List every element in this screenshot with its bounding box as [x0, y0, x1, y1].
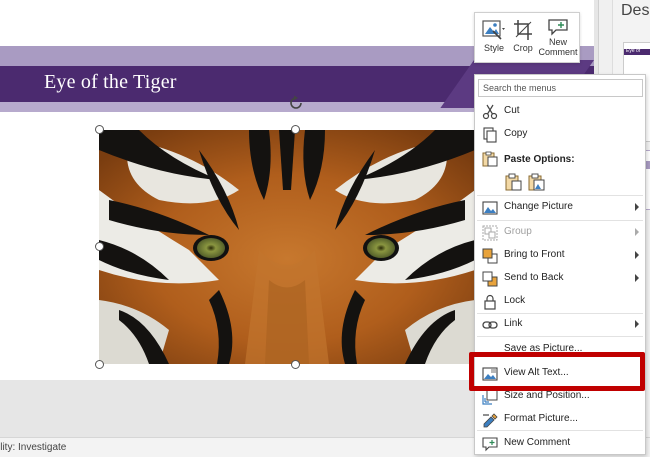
menu-item-label: Cut [504, 105, 520, 116]
thumbnail-title: Eye of [626, 48, 641, 54]
new-comment-icon [482, 436, 498, 452]
menu-item-label: New Comment [504, 437, 571, 448]
change-picture-icon [482, 200, 498, 216]
menu-item-label: Group [504, 226, 532, 237]
menu-item-label: Bring to Front [504, 249, 565, 260]
paste-as-picture-button[interactable] [527, 173, 545, 191]
scissors-icon [482, 104, 498, 120]
resize-handle-left[interactable] [95, 242, 104, 251]
slide-title[interactable]: Eye of the Tiger [44, 71, 177, 94]
tiger-picture[interactable] [99, 130, 475, 364]
lock-icon [482, 294, 498, 310]
submenu-arrow-icon [635, 274, 639, 282]
format-picture-icon [482, 412, 498, 428]
crop-label: Crop [513, 43, 533, 53]
resize-handle-bottom[interactable] [291, 360, 300, 369]
paste-keep-formatting-icon [505, 173, 522, 191]
menu-item-new-comment[interactable]: New Comment [475, 432, 645, 455]
menu-separator [477, 336, 643, 337]
menu-item-group[interactable]: Group [475, 221, 645, 244]
paste-icon [482, 151, 498, 167]
menu-item-format-picture[interactable]: Format Picture... [475, 408, 645, 431]
size-position-icon [482, 389, 498, 405]
submenu-arrow-icon [635, 320, 639, 328]
menu-item-bring-to-front[interactable]: Bring to Front [475, 244, 645, 267]
menu-item-label: Change Picture [504, 201, 573, 212]
paste-picture-icon [528, 173, 545, 191]
crop-icon [514, 20, 532, 40]
rotate-handle-icon[interactable] [288, 95, 304, 111]
menu-item-label: Copy [504, 128, 528, 139]
link-icon [482, 317, 498, 333]
crop-button[interactable]: Crop [509, 15, 537, 61]
resize-handle-bottom-left[interactable] [95, 360, 104, 369]
menu-item-label: Link [504, 318, 523, 329]
submenu-arrow-icon [635, 228, 639, 236]
menu-item-label: Format Picture... [504, 413, 578, 424]
highlight-box [469, 352, 645, 391]
new-comment-button[interactable]: New Comment [537, 15, 579, 61]
menu-item-lock[interactable]: Lock [475, 290, 645, 313]
menu-item-label: Lock [504, 295, 526, 306]
paste-options-label: Paste Options: [504, 154, 575, 165]
menu-item-label: Size and Position... [504, 390, 590, 401]
new-comment-label-line1: New [548, 37, 567, 47]
submenu-arrow-icon [635, 251, 639, 259]
new-comment-label-line2: Comment [538, 47, 578, 57]
bring-to-front-icon [482, 248, 498, 264]
menu-separator [477, 430, 643, 431]
menu-item-label: Send to Back [504, 272, 564, 283]
style-button[interactable]: Style [479, 15, 509, 61]
tiger-image [99, 130, 475, 364]
designer-pane-title: Desi [621, 2, 650, 19]
menu-item-copy[interactable]: Copy [475, 123, 645, 146]
submenu-arrow-icon [635, 203, 639, 211]
comment-icon [548, 19, 568, 36]
resize-handle-top-left[interactable] [95, 125, 104, 134]
style-label: Style [483, 43, 504, 53]
context-menu: Cut Copy Paste Options: Change Picture G… [474, 74, 646, 455]
menu-item-cut[interactable]: Cut [475, 100, 645, 123]
menu-item-change-picture[interactable]: Change Picture [475, 196, 645, 219]
mini-toolbar: Style Crop New Comment [474, 12, 580, 63]
send-to-back-icon [482, 271, 498, 287]
group-icon [482, 225, 498, 241]
search-menus-input[interactable] [478, 79, 643, 97]
menu-item-send-to-back[interactable]: Send to Back [475, 267, 645, 290]
copy-icon [482, 127, 498, 143]
accessibility-status[interactable]: ility: Investigate [0, 442, 66, 453]
style-icon [482, 20, 505, 40]
paste-keep-source-button[interactable] [504, 173, 522, 191]
resize-handle-top[interactable] [291, 125, 300, 134]
menu-item-link[interactable]: Link [475, 313, 645, 336]
